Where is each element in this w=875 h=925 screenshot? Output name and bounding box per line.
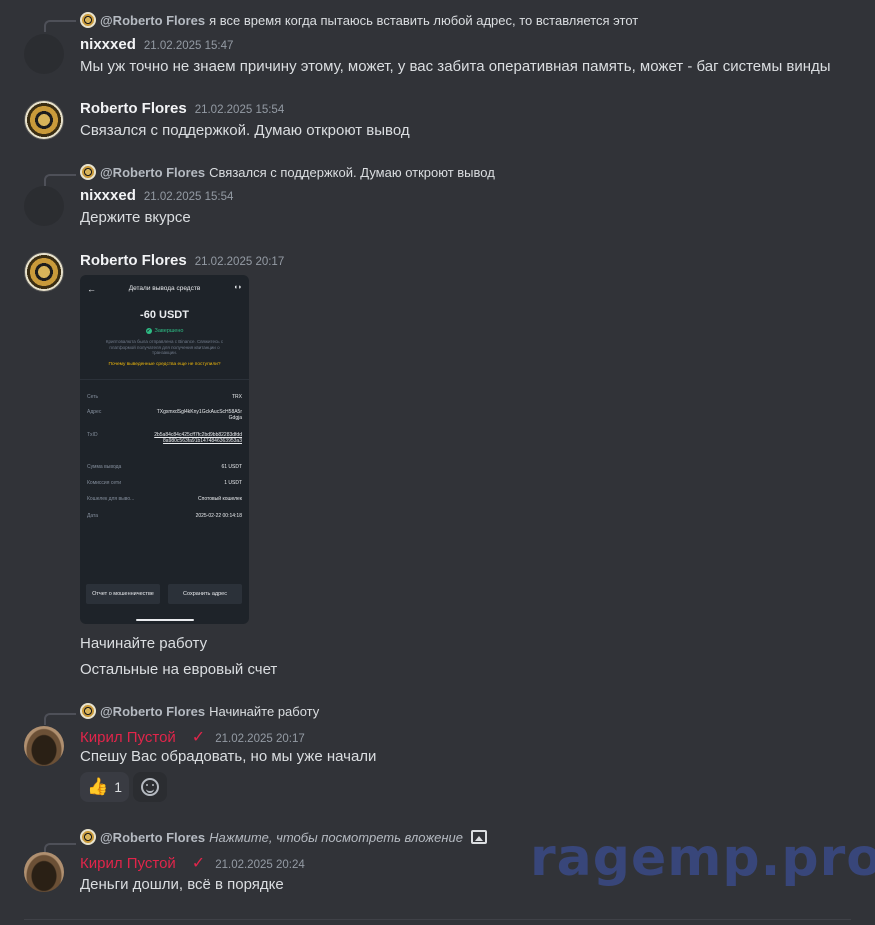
divider <box>24 919 851 920</box>
message-text: Деньги дошли, всё в порядке <box>80 876 284 893</box>
reply-author[interactable]: @Roberto Flores <box>100 704 205 719</box>
report-fraud-button: Отчет о мошенничестве <box>86 584 160 604</box>
detail-key: Сумма вывода <box>87 464 122 470</box>
avatar[interactable] <box>24 100 64 140</box>
detail-key: Дата <box>87 513 99 519</box>
message-header: Кирил Пустой ✓ 21.02.2025 20:17 <box>80 727 305 747</box>
timestamp: 21.02.2025 15:54 <box>143 191 234 203</box>
reply-avatar <box>80 164 96 180</box>
username[interactable]: nixxxed <box>80 187 136 204</box>
reply-avatar <box>80 703 96 719</box>
detail-value: 2025-02-22 00:14:18 <box>195 513 242 519</box>
message-text: Мы уж точно не знаем причину этому, може… <box>80 58 831 75</box>
username[interactable]: Кирил Пустой <box>80 729 176 746</box>
detail-row: Сумма вывода 61 USDT <box>87 464 242 470</box>
message-header: Кирил Пустой ✓ 21.02.2025 20:24 <box>80 853 305 873</box>
image-icon <box>470 830 487 844</box>
reply-text: Нажмите, чтобы посмотреть вложение <box>209 829 463 845</box>
detail-key: Комиссия сети <box>87 480 122 486</box>
reply-author[interactable]: @Roberto Flores <box>100 13 205 28</box>
detail-value: Спотовый кошелек <box>198 496 242 502</box>
reply-preview[interactable]: @Roberto Flores Начинайте работу <box>80 703 319 719</box>
detail-row: Комиссия сети 1 USDT <box>87 480 242 486</box>
attachment-why-link: Почему выведенные средства еще не поступ… <box>108 362 221 367</box>
status-completed: Завершено <box>80 328 249 334</box>
watermark: ragemp.pro <box>530 828 875 888</box>
add-reaction-icon <box>141 778 159 796</box>
avatar[interactable] <box>24 726 64 766</box>
timestamp: 21.02.2025 20:17 <box>194 256 285 268</box>
message-header: Roberto Flores 21.02.2025 20:17 <box>80 252 284 269</box>
message-text: Начинайте работу <box>80 635 208 652</box>
detail-key: Сеть <box>87 394 99 400</box>
avatar[interactable] <box>24 34 64 74</box>
reply-preview[interactable]: @Roberto Flores я все время когда пытаюс… <box>80 12 638 28</box>
username[interactable]: nixxxed <box>80 36 136 53</box>
reply-connector <box>44 20 76 32</box>
timestamp: 21.02.2025 20:24 <box>215 859 305 871</box>
add-reaction-button[interactable] <box>133 772 167 802</box>
username[interactable]: Roberto Flores <box>80 100 187 117</box>
message-header: Roberto Flores 21.02.2025 15:54 <box>80 100 284 117</box>
detail-row: Кошелек для выво... Спотовый кошелек <box>87 496 242 502</box>
reaction-count: 1 <box>114 779 122 795</box>
reply-avatar <box>80 12 96 28</box>
reply-author[interactable]: @Roberto Flores <box>100 830 205 845</box>
timestamp: 21.02.2025 15:47 <box>143 40 234 52</box>
reaction-thumbs-up[interactable]: 👍 1 <box>80 772 129 802</box>
divider <box>80 379 249 380</box>
detail-value: TRX <box>232 394 242 400</box>
detail-row: Адрес TXgxmxdSgl4kKny1GckAucScH58A5rGdgj… <box>87 409 242 421</box>
username[interactable]: Roberto Flores <box>80 252 187 269</box>
attachment-title: Детали вывода средств <box>128 285 201 292</box>
avatar[interactable] <box>24 252 64 292</box>
attachment-topbar: ← Детали вывода средств ◖◗ <box>80 284 249 294</box>
detail-row: TxID 2b5a84c84c425cff7fc2bd9bb82283dfdd8… <box>87 432 242 444</box>
checkmark-icon: ✓ <box>191 729 206 746</box>
reply-preview[interactable]: @Roberto Flores Нажмите, чтобы посмотрет… <box>80 829 487 845</box>
reply-text: Связался с поддержкой. Думаю откроют выв… <box>209 164 495 180</box>
reply-connector <box>44 174 76 186</box>
detail-row: Дата 2025-02-22 00:14:18 <box>87 513 242 519</box>
reply-author[interactable]: @Roberto Flores <box>100 165 205 180</box>
detail-key: Адрес <box>87 409 102 415</box>
headset-icon: ◖◗ <box>233 284 242 291</box>
reply-avatar <box>80 829 96 845</box>
message-text: Остальные на евровый счет <box>80 661 278 678</box>
avatar[interactable] <box>24 852 64 892</box>
avatar[interactable] <box>24 186 64 226</box>
reply-text: Начинайте работу <box>209 703 320 719</box>
attachment-note: Криптовалюта была отправлена с Binance. … <box>105 339 224 355</box>
image-attachment[interactable]: ← Детали вывода средств ◖◗ -60 USDT Заве… <box>80 275 249 624</box>
withdraw-amount: -60 USDT <box>140 309 189 321</box>
detail-key: TxID <box>87 432 98 438</box>
checkmark-icon: ✓ <box>191 855 206 872</box>
message-header: nixxxed 21.02.2025 15:54 <box>80 187 233 204</box>
detail-row: Сеть TRX <box>87 394 242 400</box>
save-address-button: Сохранить адрес <box>168 584 242 604</box>
detail-value: TXgxmxdSgl4kKny1GckAucScH58A5rGdgja <box>156 409 242 421</box>
username[interactable]: Кирил Пустой <box>80 855 176 872</box>
thumbs-up-icon: 👍 <box>87 777 109 796</box>
detail-value: 61 USDT <box>221 464 242 470</box>
detail-value: 2b5a84c84c425cff7fc2bd9bb82283dfdd8a980c… <box>154 432 242 444</box>
reply-text: я все время когда пытаюсь вставить любой… <box>209 12 639 28</box>
message-text: Спешу Вас обрадовать, но мы уже начали <box>80 748 377 765</box>
message-text: Держите вкурсе <box>80 209 191 226</box>
reply-preview[interactable]: @Roberto Flores Связался с поддержкой. Д… <box>80 164 495 180</box>
reply-connector <box>44 713 76 725</box>
home-indicator <box>136 619 194 621</box>
timestamp: 21.02.2025 15:54 <box>194 104 285 116</box>
detail-key: Кошелек для выво... <box>87 496 135 502</box>
detail-value: 1 USDT <box>224 480 242 486</box>
message-text: Связался с поддержкой. Думаю откроют выв… <box>80 122 410 139</box>
timestamp: 21.02.2025 20:17 <box>215 733 305 745</box>
message-header: nixxxed 21.02.2025 15:47 <box>80 36 233 53</box>
